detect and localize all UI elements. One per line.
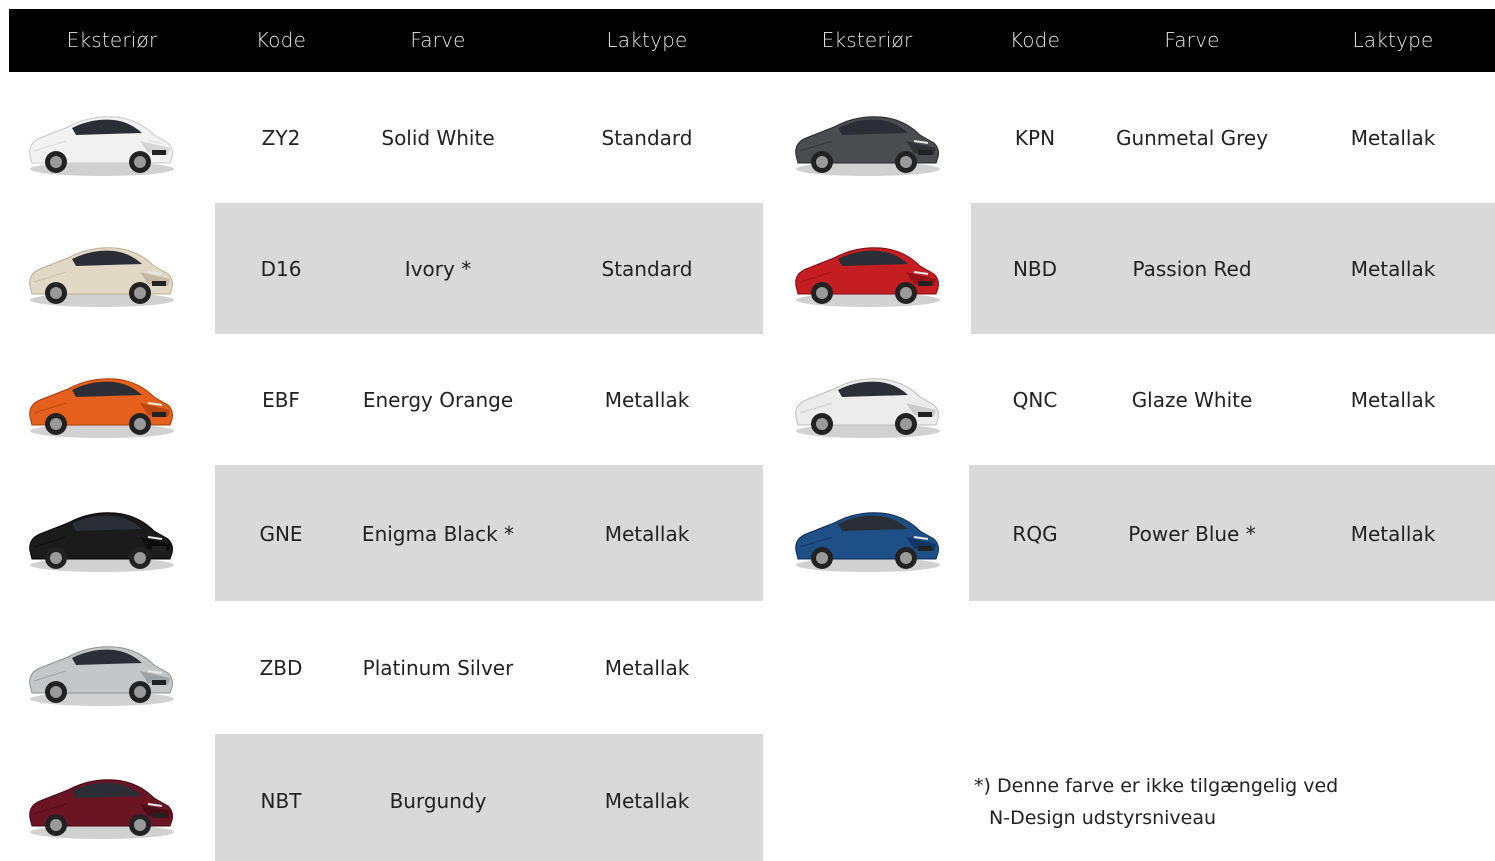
footnote: *) Denne farve er ikke tilgængelig ved N… <box>974 770 1338 834</box>
car-image-gne <box>20 489 180 579</box>
right-row-1-paint: Metallak <box>1350 257 1436 281</box>
header-left-col-0: Eksteriør <box>66 28 158 52</box>
right-row-2-paint: Metallak <box>1350 388 1436 412</box>
car-image-zbd <box>20 623 180 713</box>
right-row-3-paint: Metallak <box>1350 522 1436 546</box>
right-row-3-code: RQG <box>1012 522 1058 546</box>
left-row-1-color: Ivory * <box>404 257 472 281</box>
car-image-d16 <box>20 224 180 314</box>
car-image-zy2 <box>20 93 180 183</box>
left-row-3-color: Enigma Black * <box>361 522 515 546</box>
left-row-4-code: ZBD <box>259 656 303 680</box>
right-row-1-color: Passion Red <box>1132 257 1252 281</box>
footnote-line-1: *) Denne farve er ikke tilgængelig ved <box>974 775 1339 797</box>
car-image-rqg <box>786 489 946 579</box>
right-row-2-color: Glaze White <box>1131 388 1253 412</box>
left-row-0-code: ZY2 <box>261 126 301 150</box>
car-image-qnc <box>786 355 946 445</box>
left-row-4-color: Platinum Silver <box>362 656 514 680</box>
left-row-2-color: Energy Orange <box>362 388 514 412</box>
header-left-col-3: Laktype <box>606 28 688 52</box>
left-row-4-paint: Metallak <box>604 656 690 680</box>
car-image-nbt <box>20 756 180 846</box>
left-row-0-paint: Standard <box>601 126 693 150</box>
header-left-col-2: Farve <box>410 28 466 52</box>
left-row-5-code: NBT <box>260 789 302 813</box>
car-image-nbd <box>786 224 946 314</box>
left-row-2-paint: Metallak <box>604 388 690 412</box>
left-row-3-paint: Metallak <box>604 522 690 546</box>
left-row-2-code: EBF <box>262 388 300 412</box>
right-row-2-code: QNC <box>1012 388 1058 412</box>
right-row-3-color: Power Blue * <box>1128 522 1256 546</box>
table-header <box>9 9 1495 72</box>
header-left-col-1: Kode <box>255 28 307 52</box>
car-image-ebf <box>20 355 180 445</box>
left-row-3-code: GNE <box>259 522 303 546</box>
car-image-kpn <box>786 93 946 183</box>
header-right-col-3: Laktype <box>1352 28 1434 52</box>
left-row-1-code: D16 <box>260 257 302 281</box>
right-row-0-code: KPN <box>1014 126 1056 150</box>
left-row-1-paint: Standard <box>601 257 693 281</box>
header-right-col-1: Kode <box>1009 28 1061 52</box>
left-row-5-color: Burgundy <box>389 789 487 813</box>
right-row-0-paint: Metallak <box>1350 126 1436 150</box>
right-row-0-color: Gunmetal Grey <box>1115 126 1269 150</box>
right-row-1-code: NBD <box>1012 257 1058 281</box>
left-row-5-paint: Metallak <box>604 789 690 813</box>
header-right-col-2: Farve <box>1164 28 1220 52</box>
header-right-col-0: Eksteriør <box>821 28 913 52</box>
footnote-line-2: N-Design udstyrsniveau <box>989 807 1217 829</box>
left-row-0-color: Solid White <box>381 126 495 150</box>
